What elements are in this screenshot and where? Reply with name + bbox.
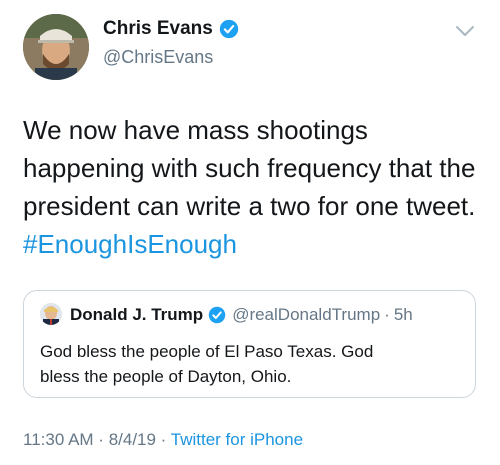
author-avatar[interactable] [23, 14, 89, 80]
author-name-row[interactable]: Chris Evans [103, 18, 239, 40]
tweet-text: We now have mass shootings happening wit… [23, 115, 476, 221]
verified-badge-icon [219, 19, 238, 39]
quoted-tweet-card[interactable]: Donald J. Trump @realDonaldTrump · 5h Go… [23, 290, 476, 398]
quoted-timestamp[interactable]: 5h [394, 305, 413, 325]
author-name[interactable]: Chris Evans [103, 18, 213, 40]
meta-separator: · [155, 430, 171, 449]
quoted-author-handle[interactable]: @realDonaldTrump [232, 305, 380, 325]
tweet-body: We now have mass shootings happening wit… [23, 111, 483, 263]
tweet-date[interactable]: 8/4/19 [109, 430, 156, 449]
chevron-down-icon[interactable] [454, 24, 476, 38]
tweet-meta: 11:30 AM · 8/4/19 · Twitter for iPhone [23, 430, 303, 450]
verified-badge-icon [208, 306, 226, 324]
hashtag-link[interactable]: #EnoughIsEnough [23, 229, 237, 259]
quoted-author-name[interactable]: Donald J. Trump [70, 305, 203, 325]
author-handle[interactable]: @ChrisEvans [103, 47, 213, 68]
tweet-source-link[interactable]: Twitter for iPhone [171, 430, 303, 449]
quoted-header: Donald J. Trump @realDonaldTrump · 5h [70, 303, 413, 327]
tweet-time[interactable]: 11:30 AM [23, 430, 94, 449]
quoted-separator: · [384, 305, 390, 324]
quoted-author-avatar[interactable] [40, 303, 62, 325]
quoted-tweet-text: God bless the people of El Paso Texas. G… [40, 342, 374, 386]
meta-separator: · [93, 430, 109, 449]
